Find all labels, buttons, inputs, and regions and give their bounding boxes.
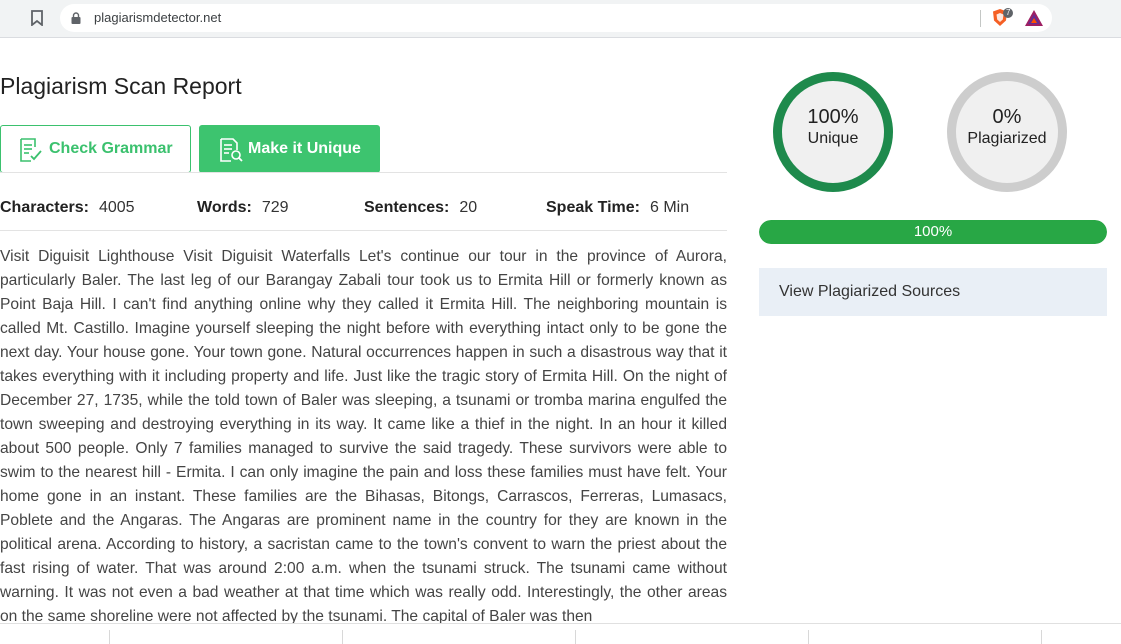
stat-words: Words: 729 xyxy=(197,199,289,217)
browser-toolbar: plagiarismdetector.net 7 xyxy=(0,0,1121,38)
view-plagiarized-sources-button[interactable]: View Plagiarized Sources xyxy=(759,268,1107,316)
unique-percent: 100% xyxy=(807,106,859,128)
plagiarized-percent: 0% xyxy=(992,106,1022,128)
make-it-unique-button[interactable]: Make it Unique xyxy=(199,125,380,173)
stat-sentences-label: Sentences: xyxy=(364,199,450,216)
stat-sentences-value: 20 xyxy=(459,199,478,216)
bat-rewards-icon[interactable] xyxy=(1024,9,1044,27)
bottom-table-edge xyxy=(0,623,1121,644)
stat-words-value: 729 xyxy=(261,199,289,216)
unique-label: Unique xyxy=(807,130,859,147)
brave-shield-count: 7 xyxy=(1003,8,1014,18)
stat-speak-time: Speak Time: 6 Min xyxy=(546,199,689,217)
uniqueness-progress-bar: 100% xyxy=(759,220,1107,244)
unique-score-ring: 100% Unique xyxy=(773,72,893,192)
url-text[interactable]: plagiarismdetector.net xyxy=(94,10,221,25)
stat-words-label: Words: xyxy=(197,199,252,216)
divider xyxy=(0,172,727,173)
stat-speak-time-value: 6 Min xyxy=(649,199,690,216)
document-search-icon xyxy=(220,138,243,162)
grammar-check-icon xyxy=(20,138,42,162)
omnibox-separator xyxy=(980,10,981,27)
page-title: Plagiarism Scan Report xyxy=(0,73,242,99)
divider xyxy=(0,230,727,231)
scanned-text: Visit Diguisit Lighthouse Visit Diguisit… xyxy=(0,248,727,623)
progress-text: 100% xyxy=(913,223,953,240)
address-bar[interactable]: plagiarismdetector.net 7 xyxy=(60,4,1052,32)
plagiarized-score-ring: 0% Plagiarized xyxy=(947,72,1067,192)
lock-icon[interactable] xyxy=(71,12,81,24)
stat-characters-label: Characters: xyxy=(0,199,89,216)
stat-speak-time-label: Speak Time: xyxy=(546,199,640,216)
plagiarized-label: Plagiarized xyxy=(967,130,1047,147)
check-grammar-label: Check Grammar xyxy=(49,140,173,157)
stat-characters: Characters: 4005 xyxy=(0,199,135,217)
stat-sentences: Sentences: 20 xyxy=(364,199,477,217)
bookmark-icon[interactable] xyxy=(30,10,44,26)
check-grammar-button[interactable]: Check Grammar xyxy=(0,125,191,173)
stat-characters-value: 4005 xyxy=(98,199,135,216)
make-it-unique-label: Make it Unique xyxy=(248,140,361,157)
